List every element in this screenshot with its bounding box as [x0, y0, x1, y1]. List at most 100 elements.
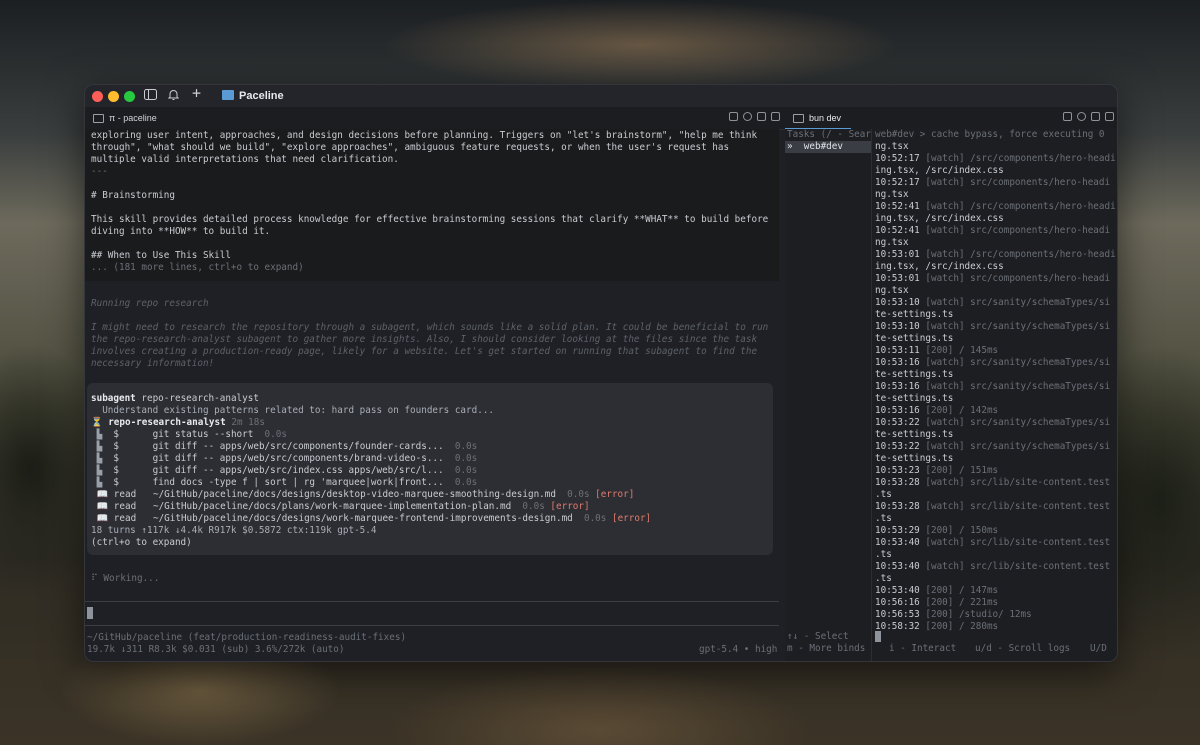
terminal-step-icon: ▙: [91, 477, 114, 488]
log-line-prefix: 10:56:53: [875, 609, 926, 620]
step-duration: 0.0s: [264, 429, 287, 440]
left-pane-actions: [729, 112, 780, 121]
log-line-message: [watch] src/sanity/schemaTypes/si: [925, 381, 1111, 392]
step-kind: $: [113, 441, 119, 452]
close-button[interactable]: [92, 91, 103, 102]
minimize-button[interactable]: [108, 91, 119, 102]
new-tab-plus-icon[interactable]: +: [192, 86, 201, 101]
log-line: web#dev > cache bypass, force executing …: [875, 129, 1105, 141]
tasks-header[interactable]: Tasks (/ - Sear: [787, 129, 871, 141]
subagent-step: 📖 read ~/GitHub/paceline/docs/plans/work…: [91, 501, 590, 513]
step-duration: 0.0s: [454, 465, 478, 476]
thinking-line: necessary information!: [91, 358, 215, 369]
log-line-prefix: ng.tsx: [875, 189, 909, 200]
log-line: 10:53:16 [watch] src/sanity/schemaTypes/…: [875, 357, 1110, 369]
log-line-prefix: 10:53:22: [875, 417, 926, 428]
log-line: te-settings.ts: [875, 393, 953, 405]
log-line-message: [watch] src/sanity/schemaTypes/si: [925, 321, 1111, 332]
log-cursor: [875, 631, 881, 642]
extra-hint: U/D: [1090, 643, 1107, 654]
doc-line: diving into **HOW** to build it.: [91, 226, 271, 237]
more-lines-hint[interactable]: ... (181 more lines, ctrl+o to expand): [91, 262, 304, 274]
prompt-cursor[interactable]: [87, 607, 93, 619]
step-kind: read: [113, 513, 137, 524]
subagent-task: Understand existing patterns related to:…: [91, 405, 494, 416]
log-line-prefix: 10:53:40: [875, 537, 926, 548]
log-line-prefix: 10:52:17: [875, 153, 926, 164]
subagent-step: ▙ $ git diff -- apps/web/src/components/…: [91, 441, 478, 453]
bell-icon[interactable]: [167, 89, 180, 104]
log-line-prefix: 10:53:22: [875, 441, 926, 452]
log-line-prefix: 10:53:10: [875, 297, 926, 308]
terminal-step-icon: ▙: [91, 465, 114, 476]
log-line-prefix: 10:53:11: [875, 345, 926, 356]
subagent-step: ▙ $ git status --short 0.0s: [91, 429, 287, 441]
pane-terminal-icon[interactable]: [1063, 112, 1072, 121]
subagent-status-time: 2m 18s: [231, 417, 265, 428]
tab-bun-dev[interactable]: bun dev: [785, 107, 849, 129]
log-line-prefix: 10:53:10: [875, 321, 926, 332]
split-horizontal-icon[interactable]: [1105, 112, 1114, 121]
sidebar-toggle-icon[interactable]: [144, 89, 157, 103]
log-line-prefix: ing.tsx, /src/index.css: [875, 165, 1004, 176]
log-line-prefix: ng.tsx: [875, 285, 909, 296]
step-kind: $: [113, 453, 119, 464]
globe-icon[interactable]: [1077, 112, 1086, 121]
agent-terminal-pane[interactable]: exploring user intent, approaches, and d…: [85, 129, 779, 661]
log-line-prefix: te-settings.ts: [875, 429, 954, 440]
background-sky: [380, 0, 900, 90]
log-line-message: [200] / 142ms: [925, 405, 999, 416]
log-line: te-settings.ts: [875, 429, 953, 441]
log-line: te-settings.ts: [875, 333, 953, 345]
step-kind: read: [113, 489, 137, 500]
log-line: 10:53:10 [watch] src/sanity/schemaTypes/…: [875, 321, 1110, 333]
log-line-prefix: te-settings.ts: [875, 333, 954, 344]
subagent-status-name: repo-research-analyst: [108, 417, 226, 428]
book-icon: 📖: [91, 501, 114, 512]
terminal-step-icon: ▙: [91, 429, 114, 440]
step-kind: read: [113, 501, 137, 512]
log-line: .ts: [875, 573, 892, 585]
doc-heading: ## When to Use This Skill: [91, 250, 231, 261]
dev-server-pane[interactable]: Tasks (/ - Sear » web#dev ↑↓ - Select m …: [785, 129, 1117, 661]
thinking-line: the repo-research-analyst subagent to ga…: [91, 334, 758, 345]
log-line: 10:53:40 [200] / 147ms: [875, 585, 998, 597]
log-line-prefix: 10:53:40: [875, 561, 926, 572]
globe-icon[interactable]: [743, 112, 752, 121]
log-line-prefix: 10:52:41: [875, 201, 926, 212]
log-line: 10:53:01 [watch] src/components/hero-hea…: [875, 273, 1110, 285]
split-vertical-icon[interactable]: [1091, 112, 1100, 121]
log-line: .ts: [875, 513, 892, 525]
split-vertical-icon[interactable]: [757, 112, 766, 121]
split-horizontal-icon[interactable]: [771, 112, 780, 121]
subagent-expand-hint[interactable]: (ctrl+o to expand): [91, 537, 192, 549]
log-line-prefix: 10:53:28: [875, 501, 926, 512]
doc-line: This skill provides detailed process kno…: [91, 214, 769, 225]
zoom-button[interactable]: [124, 91, 135, 102]
log-line-message: [200] /studio/ 12ms: [925, 609, 1032, 620]
subagent-step: 📖 read ~/GitHub/paceline/docs/designs/de…: [91, 489, 635, 501]
log-line-message: [watch] src/sanity/schemaTypes/si: [925, 357, 1111, 368]
task-item-web-dev[interactable]: » web#dev: [787, 141, 843, 153]
doc-line: ---: [91, 166, 108, 177]
log-line-message: [watch] src/components/hero-headi: [925, 273, 1111, 284]
log-line-message: [200] / 150ms: [925, 525, 999, 536]
step-error-badge: [error]: [550, 501, 590, 512]
log-line-message: [watch] src/sanity/schemaTypes/si: [925, 441, 1111, 452]
subagent-step: ▙ $ git diff -- apps/web/src/index.css a…: [91, 465, 478, 477]
log-line: 10:53:22 [watch] src/sanity/schemaTypes/…: [875, 417, 1110, 429]
log-line: .ts: [875, 549, 892, 561]
log-line: 10:58:32 [200] / 280ms: [875, 621, 998, 633]
log-line-message: [watch] src/components/hero-headi: [925, 177, 1111, 188]
log-line-prefix: te-settings.ts: [875, 309, 954, 320]
tab-bun-dev-label: bun dev: [809, 113, 842, 123]
log-line-prefix: .ts: [875, 549, 892, 560]
log-line-prefix: .ts: [875, 489, 892, 500]
log-line-prefix: 10:53:16: [875, 405, 926, 416]
pane-terminal-icon[interactable]: [729, 112, 738, 121]
book-icon: 📖: [91, 489, 114, 500]
working-indicator: ⠏ Working...: [91, 573, 160, 584]
tab-paceline[interactable]: π - paceline: [85, 107, 165, 129]
subagent-step: 📖 read ~/GitHub/paceline/docs/designs/wo…: [91, 513, 652, 525]
log-line: 10:56:16 [200] / 221ms: [875, 597, 998, 609]
